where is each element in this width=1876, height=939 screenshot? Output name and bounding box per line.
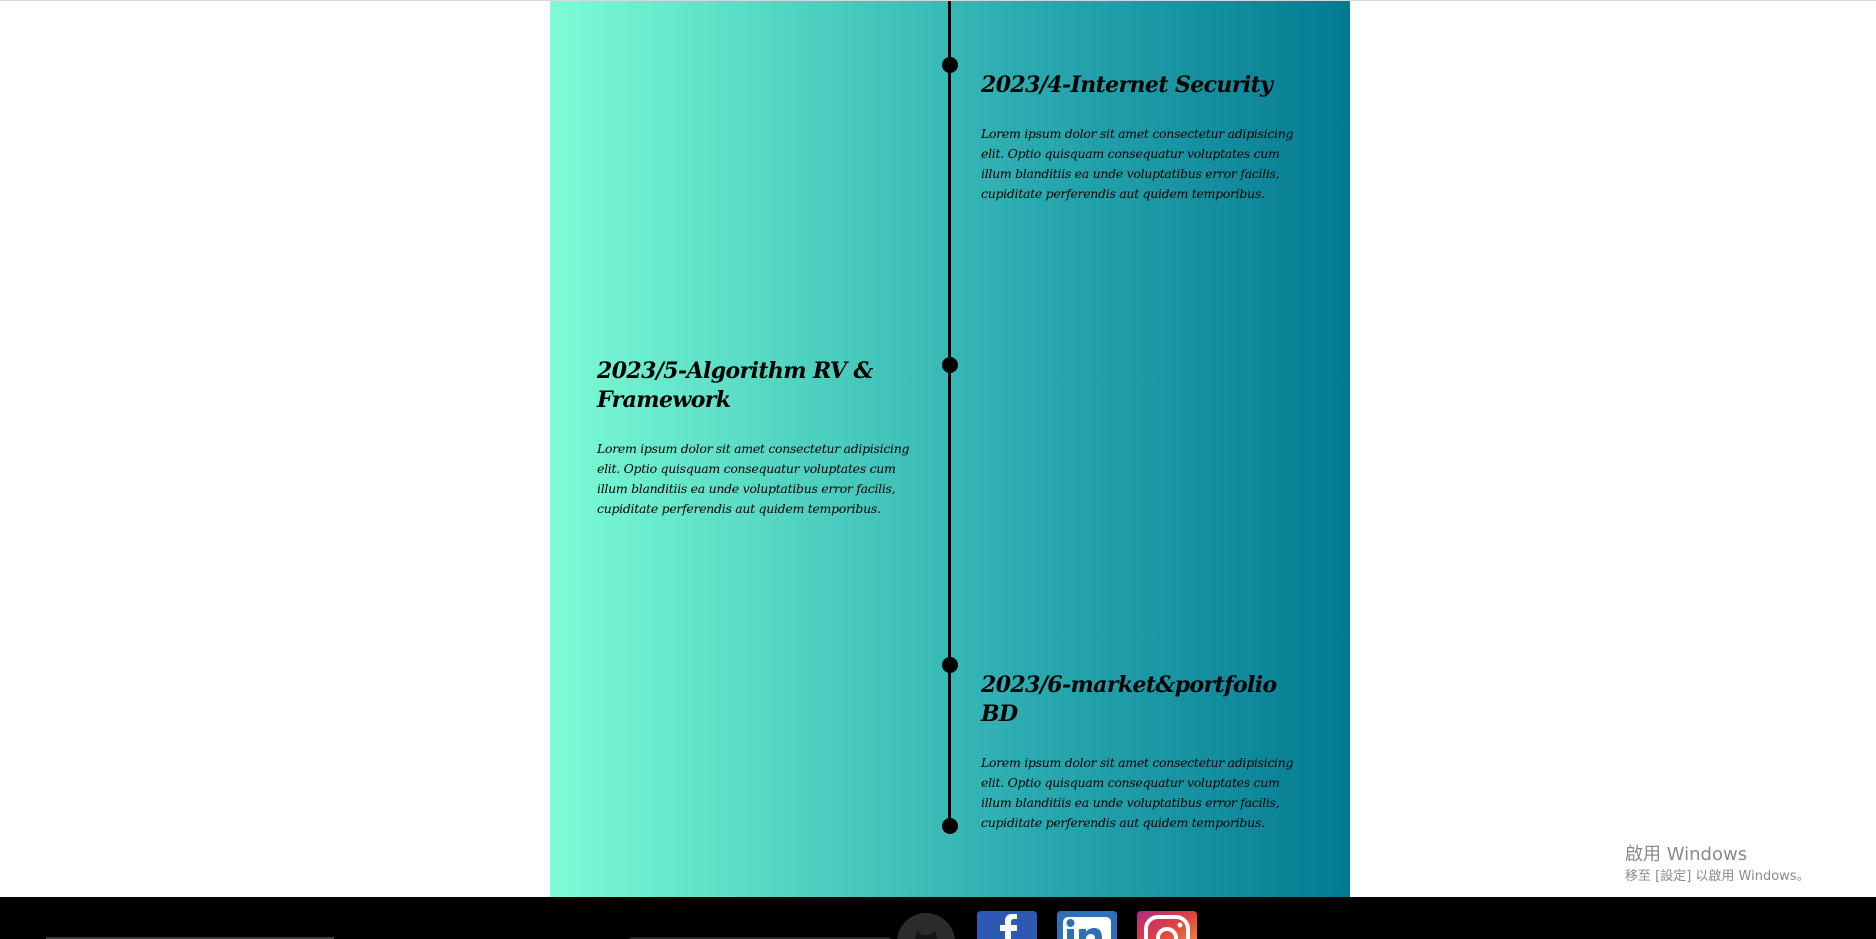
footer — [0, 897, 1876, 939]
timeline-entry-title: 2023/5-Algorithm RV & Framework — [597, 358, 873, 413]
timeline-entry-body: Lorem ipsum dolor sit amet consectetur a… — [981, 755, 1294, 830]
timeline-entry-market-portfolio: 2023/6-market&portfolio BD Lorem ipsum d… — [981, 671, 1306, 833]
windows-activation-watermark: 啟用 Windows 移至 [設定] 以啟用 Windows。 — [1625, 843, 1810, 887]
timeline-entry-title: 2023/6-market&portfolio BD — [981, 672, 1277, 727]
timeline-entry-internet-security: 2023/4-Internet Security Lorem ipsum dol… — [981, 71, 1306, 204]
watermark-title: 啟用 Windows — [1625, 844, 1748, 865]
timeline-dot — [942, 657, 958, 673]
timeline-entry-body: Lorem ipsum dolor sit amet consectetur a… — [981, 126, 1294, 201]
timeline-section: 2023/4-Internet Security Lorem ipsum dol… — [550, 1, 1350, 897]
linkedin-icon[interactable] — [1057, 911, 1117, 939]
instagram-icon[interactable] — [1137, 911, 1197, 939]
timeline-dot — [942, 57, 958, 73]
facebook-icon[interactable] — [977, 911, 1037, 939]
timeline-line — [948, 1, 951, 827]
watermark-subtitle: 移至 [設定] 以啟用 Windows。 — [1625, 869, 1810, 884]
timeline-entry-body: Lorem ipsum dolor sit amet consectetur a… — [597, 441, 910, 516]
timeline-entry-algorithm: 2023/5-Algorithm RV & Framework Lorem ip… — [597, 357, 922, 519]
timeline-entry-title: 2023/4-Internet Security — [981, 72, 1273, 98]
timeline-end-dot — [942, 818, 958, 834]
github-icon[interactable] — [897, 913, 955, 939]
timeline-dot — [942, 357, 958, 373]
